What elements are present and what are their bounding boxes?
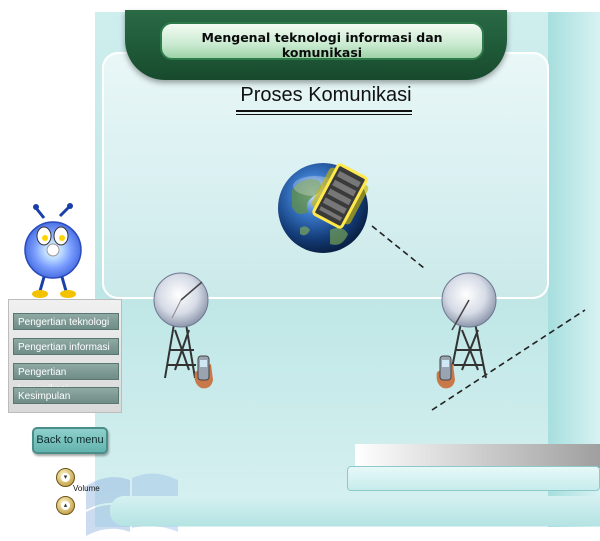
volume-label: Volume — [73, 484, 100, 493]
right-mobile-phone-icon — [436, 355, 455, 389]
menu-item-pengertian-teknologi[interactable]: Pengertian teknologi — [13, 313, 119, 330]
bottom-gradient-bar — [355, 444, 600, 468]
back-to-menu-button[interactable]: Back to menu — [32, 427, 108, 454]
volume-up-button[interactable]: ▴ — [56, 496, 75, 515]
menu-item-pengertian-informasi[interactable]: Pengertian informasi — [13, 338, 119, 355]
chevron-down-icon: ▾ — [61, 473, 70, 482]
bottom-info-bar — [347, 466, 600, 491]
left-mobile-phone-icon — [194, 355, 213, 389]
cd-mascot-icon — [24, 203, 82, 298]
chevron-up-icon: ▴ — [61, 501, 70, 510]
signal-line-uplink — [371, 225, 425, 269]
menu-item-pengertian-komunikasi[interactable]: Pengertian komunikasi — [13, 363, 119, 395]
menu-item-kesimpulan[interactable]: Kesimpulan — [13, 387, 119, 404]
bottom-strip — [110, 496, 600, 526]
